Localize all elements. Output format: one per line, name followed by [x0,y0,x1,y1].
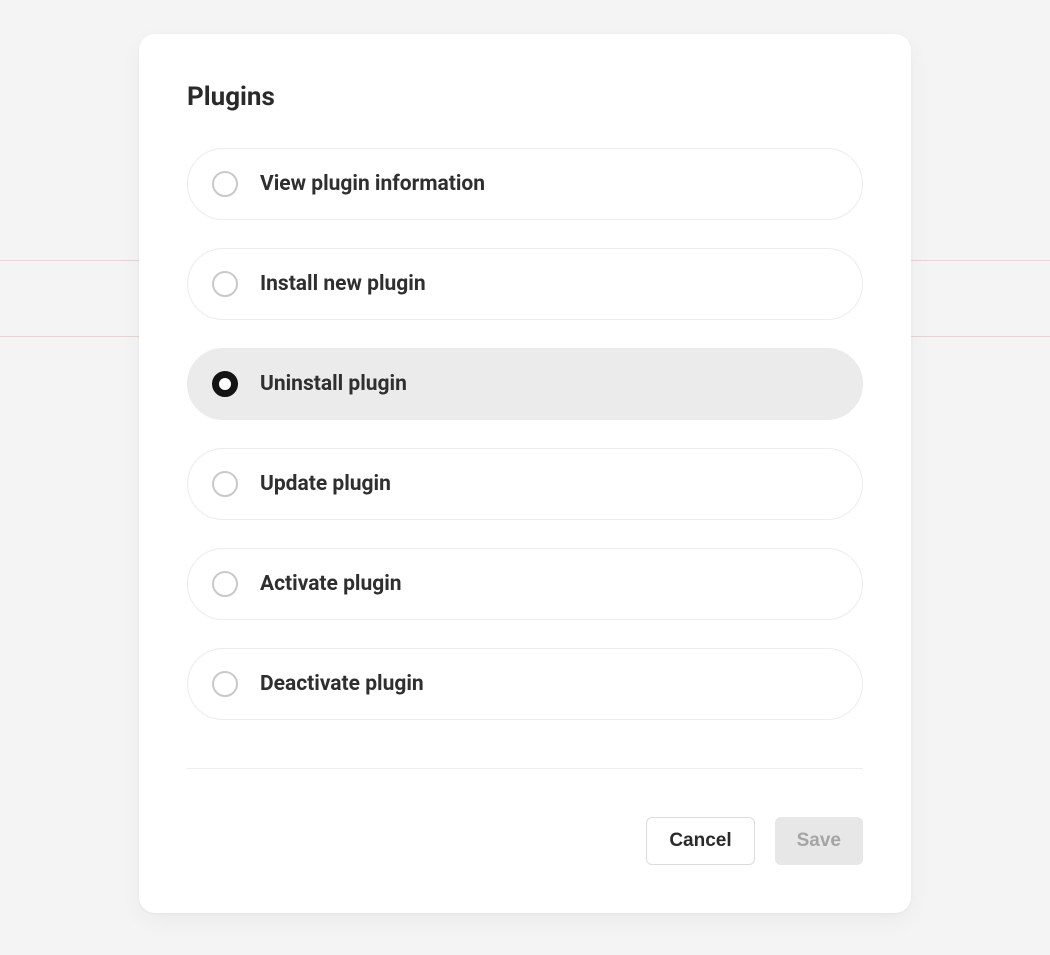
modal-footer: Cancel Save [187,817,863,865]
option-label: View plugin information [260,172,485,196]
plugins-modal: Plugins View plugin information Install … [139,34,911,913]
radio-icon [212,571,238,597]
radio-icon [212,171,238,197]
option-uninstall-plugin[interactable]: Uninstall plugin [187,348,863,420]
radio-icon [212,671,238,697]
option-activate-plugin[interactable]: Activate plugin [187,548,863,620]
option-install-new-plugin[interactable]: Install new plugin [187,248,863,320]
option-label: Deactivate plugin [260,672,424,696]
modal-title: Plugins [187,82,863,112]
option-deactivate-plugin[interactable]: Deactivate plugin [187,648,863,720]
option-label: Update plugin [260,472,391,496]
cancel-button[interactable]: Cancel [646,817,754,865]
option-view-plugin-information[interactable]: View plugin information [187,148,863,220]
options-list: View plugin information Install new plug… [187,148,863,720]
radio-icon [212,271,238,297]
save-button[interactable]: Save [775,817,863,865]
radio-icon [212,371,238,397]
option-label: Install new plugin [260,272,426,296]
option-label: Uninstall plugin [260,372,407,396]
radio-icon [212,471,238,497]
divider [187,768,863,769]
option-label: Activate plugin [260,572,402,596]
option-update-plugin[interactable]: Update plugin [187,448,863,520]
